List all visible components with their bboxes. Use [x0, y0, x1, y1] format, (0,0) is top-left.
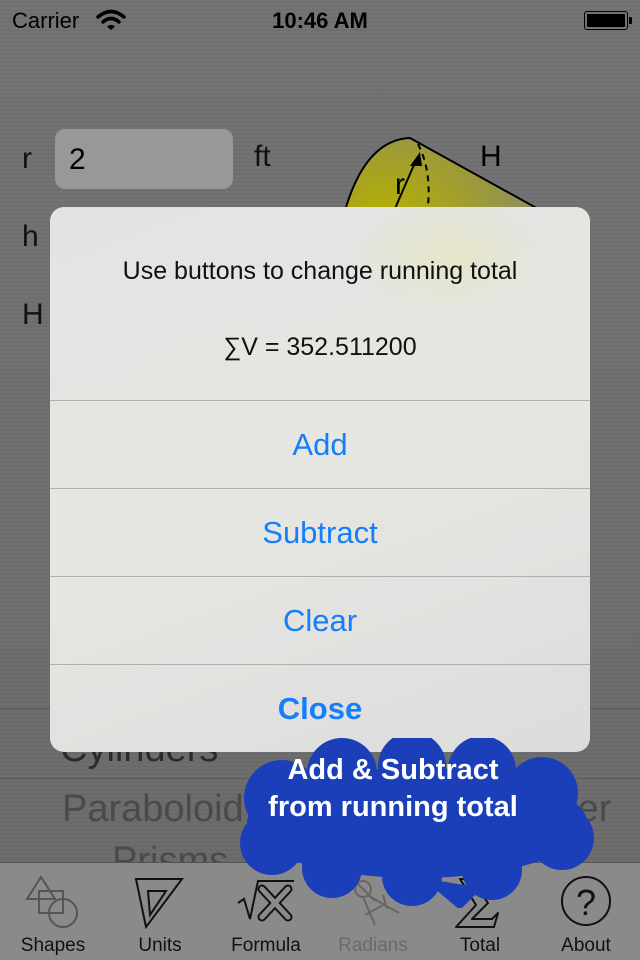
- H-label: H: [22, 298, 44, 331]
- r-label: r: [22, 142, 32, 175]
- status-bar: Carrier 10:46 AM: [0, 0, 640, 40]
- add-button[interactable]: Add: [50, 400, 590, 488]
- height-label: H: [480, 140, 502, 173]
- tab-label: Shapes: [20, 935, 86, 956]
- subtract-button[interactable]: Subtract: [50, 488, 590, 576]
- shapes-icon: [25, 875, 78, 928]
- tab-label: Formula: [231, 935, 301, 956]
- set-square-icon: [134, 878, 184, 929]
- r-unit[interactable]: ft: [254, 140, 271, 174]
- picker-item[interactable]: Paraboloid: [62, 788, 244, 831]
- r-input-value: 2: [69, 143, 86, 176]
- alert-message: Use buttons to change running total: [122, 257, 518, 285]
- running-total-alert: Use buttons to change running total ∑V =…: [50, 207, 590, 752]
- tab-label: Radians: [338, 935, 408, 956]
- clock: 10:46 AM: [272, 8, 368, 33]
- running-total-value: ∑V = 352.511200: [223, 333, 417, 361]
- tooltip-line: from running total: [268, 791, 518, 823]
- tab-label: Total: [459, 935, 501, 956]
- r-input[interactable]: 2: [55, 129, 233, 189]
- battery-icon: [584, 11, 632, 30]
- tab-units[interactable]: Units: [107, 863, 213, 960]
- clear-button[interactable]: Clear: [50, 576, 590, 664]
- tooltip-text: Add & Subtract from running total: [240, 752, 546, 826]
- tooltip-line: Add & Subtract: [287, 754, 499, 786]
- h-label: h: [22, 220, 39, 253]
- tab-label: About: [561, 935, 611, 956]
- tab-label: Units: [138, 935, 182, 956]
- tab-shapes[interactable]: Shapes: [0, 863, 106, 960]
- radius-label: r: [395, 168, 405, 201]
